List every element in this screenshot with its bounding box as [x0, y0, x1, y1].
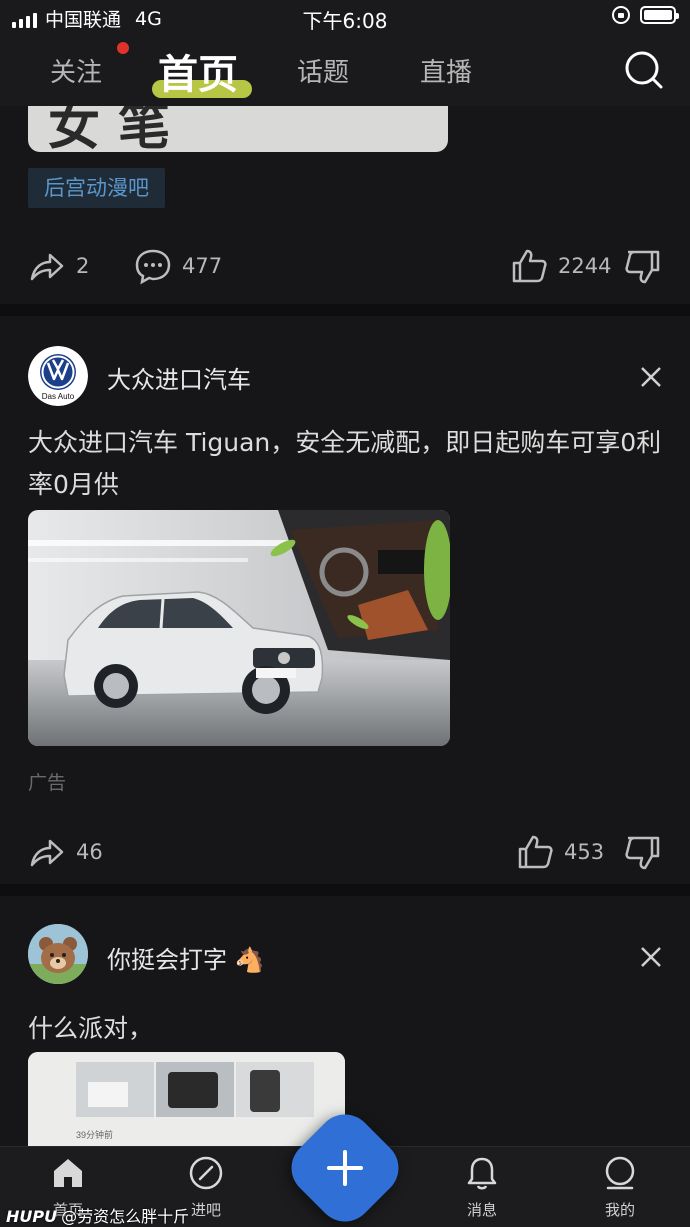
bottom-tab-label: 进吧 [190, 1201, 221, 1219]
status-bar: 中国联通 4G 下午6:08 [0, 0, 690, 34]
bottom-tab-label: 消息 [466, 1201, 497, 1219]
avatar-text: Das Auto [42, 392, 75, 401]
watermark-text: @劳资怎么胖十斤 [61, 1207, 190, 1226]
share-icon [30, 253, 64, 281]
bottom-tab-profile[interactable]: 我的 [580, 1155, 660, 1220]
post-title[interactable]: 什么派对， [28, 1008, 668, 1050]
like-button[interactable]: 453 [516, 832, 604, 872]
ad-label: 广告 [28, 772, 67, 794]
share-button[interactable]: 46 [28, 832, 103, 872]
rotation-lock-icon [612, 6, 630, 24]
search-icon[interactable] [624, 50, 664, 90]
like-count: 453 [564, 840, 605, 864]
notification-dot [117, 42, 129, 54]
watermark-brand: HUPU [6, 1207, 58, 1226]
post-image-text: 女 笔 [48, 106, 171, 152]
tab-home[interactable]: 首页 [158, 42, 238, 100]
post-card[interactable]: 你挺会打字 🐴 什么派对， 39分钟前 [0, 896, 690, 1146]
comment-count: 477 [182, 254, 223, 278]
avatar[interactable] [28, 924, 88, 984]
post-title[interactable]: 大众进口汽车 Tiguan，安全无减配，即日起购车可享0利率0月供 [28, 422, 668, 506]
comment-button[interactable]: 477 [134, 246, 222, 286]
clock: 下午6:08 [302, 9, 388, 33]
avatar[interactable]: Das Auto [28, 346, 88, 406]
tab-live[interactable]: 直播 [420, 52, 472, 89]
like-button[interactable]: 2244 [510, 246, 611, 286]
top-tab-bar: 关注 首页 话题 直播 [0, 34, 690, 106]
watermark: HUPU @劳资怎么胖十斤 [6, 1203, 189, 1227]
thumbs-down-icon[interactable] [624, 248, 662, 286]
bottom-tab-messages[interactable]: 消息 [442, 1155, 522, 1220]
battery-icon [640, 6, 679, 24]
home-icon [54, 1159, 82, 1187]
share-count: 2 [76, 254, 90, 278]
feed: 女 笔 后宫动漫吧 2 477 2244 Das Auto 大众进口汽车 大众进… [0, 106, 690, 1146]
post-card[interactable]: 女 笔 后宫动漫吧 2 477 2244 [0, 106, 690, 304]
close-icon[interactable] [640, 366, 662, 388]
post-image[interactable]: 女 笔 [28, 106, 448, 152]
share-icon [30, 839, 64, 867]
image-caption: 39分钟前 [76, 1129, 113, 1140]
close-icon[interactable] [640, 946, 662, 968]
ad-image[interactable] [28, 510, 450, 746]
tab-follow[interactable]: 关注 [50, 52, 102, 89]
thumbs-down-icon[interactable] [624, 834, 662, 872]
share-count: 46 [76, 840, 103, 864]
plus-icon[interactable] [299, 1122, 391, 1214]
share-button[interactable]: 2 [28, 246, 89, 286]
author-name[interactable]: 大众进口汽车 [107, 360, 251, 395]
bell-icon [467, 1157, 497, 1190]
compass-icon [189, 1156, 223, 1190]
tab-topics[interactable]: 话题 [297, 52, 349, 89]
bottom-tab-label: 我的 [604, 1201, 635, 1219]
thumbs-up-icon [512, 249, 547, 283]
author-name[interactable]: 你挺会打字 🐴 [107, 940, 265, 975]
profile-icon [605, 1156, 635, 1190]
bear-avatar-icon [28, 924, 88, 984]
vw-logo-icon: Das Auto [28, 346, 88, 406]
thumbs-up-icon [518, 835, 553, 869]
comment-icon [135, 249, 171, 285]
post-image[interactable]: 39分钟前 [28, 1052, 345, 1146]
forum-tag[interactable]: 后宫动漫吧 [28, 168, 165, 208]
like-count: 2244 [558, 254, 612, 278]
ad-card[interactable]: Das Auto 大众进口汽车 大众进口汽车 Tiguan，安全无减配，即日起购… [0, 316, 690, 884]
